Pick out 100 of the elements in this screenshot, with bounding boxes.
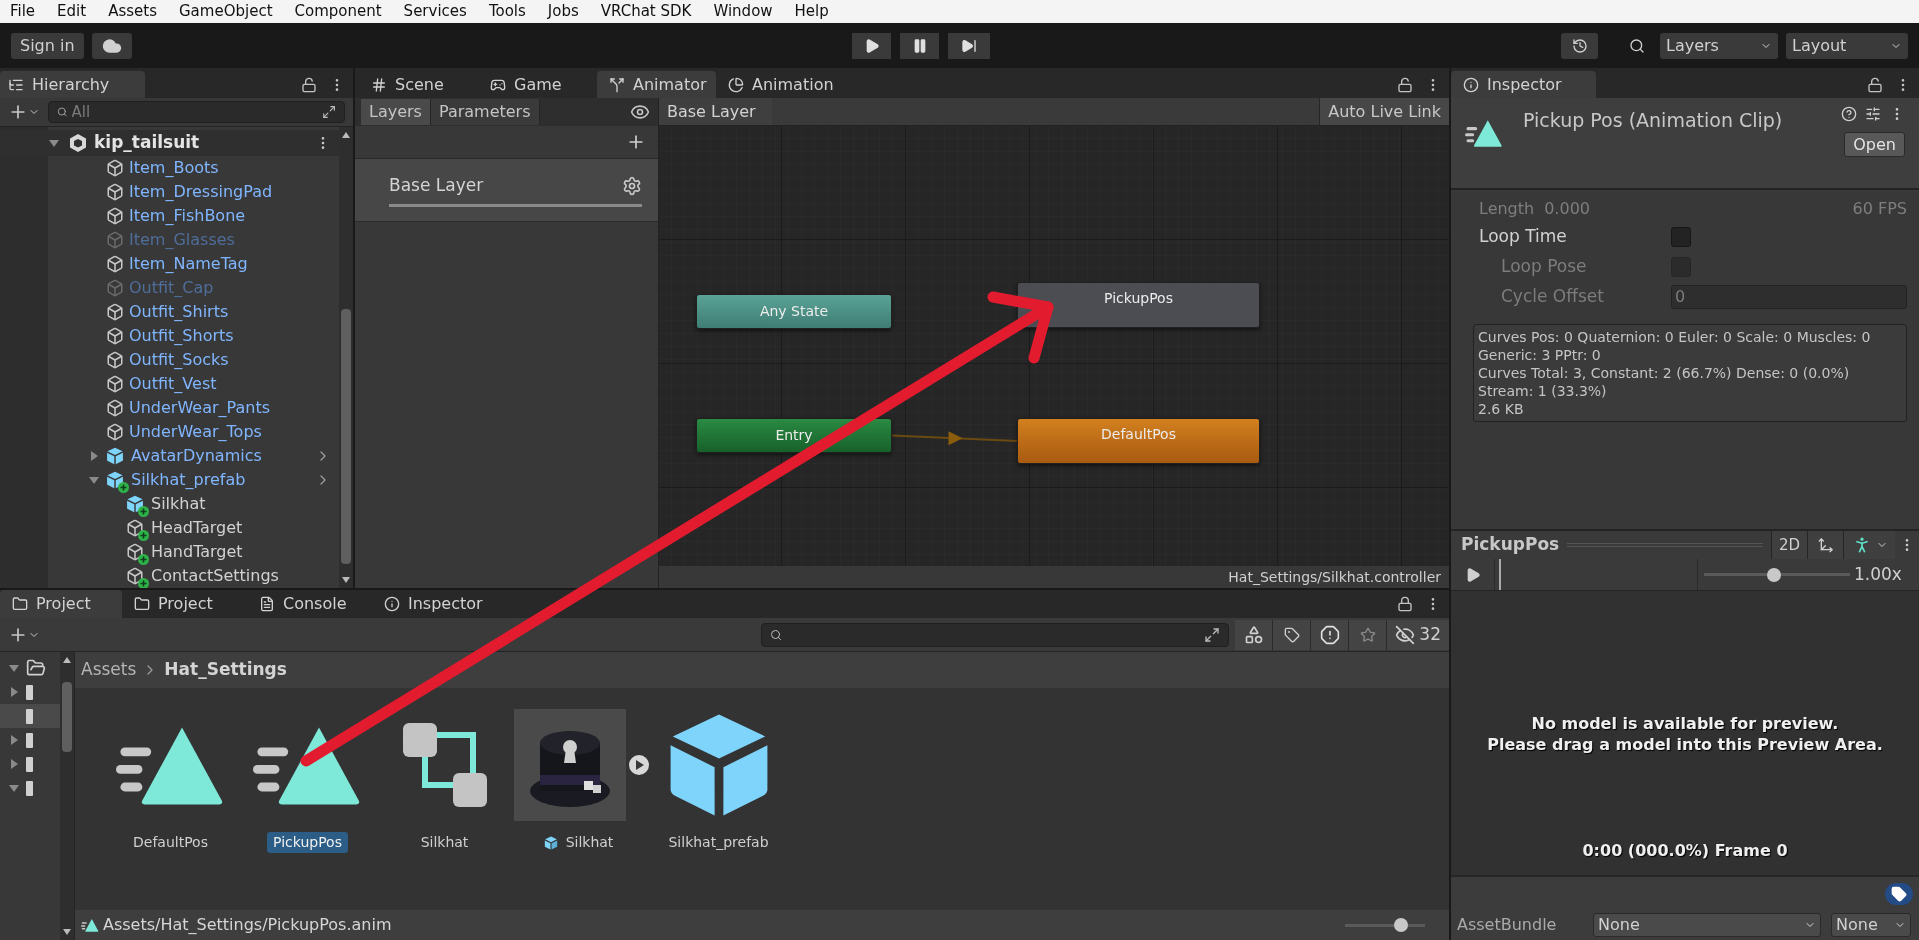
expanded-arrow-icon[interactable] [88,474,100,486]
search-field[interactable]: All [48,101,345,123]
breadcrumb-item[interactable]: Hat_Settings [164,657,287,683]
inspector-tab[interactable]: Inspector [1451,71,1596,98]
play-button[interactable] [852,32,892,59]
eye-icon[interactable] [630,102,650,122]
panel-tab[interactable]: Project [0,590,122,618]
layer-item[interactable]: Base Layer [355,159,658,222]
panel-tab[interactable]: Game [478,71,597,98]
lock-icon[interactable] [1397,596,1413,612]
slider-thumb[interactable] [1393,918,1408,932]
hierarchy-item[interactable]: Silkhat [151,492,206,516]
hierarchy-item[interactable]: UnderWear_Tops [129,420,262,444]
scroll-up-icon[interactable] [62,656,72,664]
lock-icon[interactable] [1867,76,1883,93]
avatar-dropdown[interactable] [1843,531,1895,559]
scroll-down-icon[interactable] [341,576,351,584]
hierarchy-item[interactable]: UnderWear_Pants [129,396,271,420]
collapsed-arrow-icon[interactable] [8,734,20,746]
slider-thumb[interactable] [1767,567,1782,582]
hierarchy-item[interactable]: Outfit_Shirts [129,300,229,324]
scroll-down-icon[interactable] [62,928,72,936]
speed-slider[interactable] [1704,567,1850,582]
menu-item[interactable]: Component [294,0,382,23]
panel-tab[interactable]: Animation [716,71,835,98]
menu-item[interactable]: Help [794,0,829,23]
scrollbar-thumb[interactable] [62,682,72,752]
icon-size-slider[interactable] [1345,918,1425,932]
pivot-button[interactable] [1807,531,1843,559]
expanded-arrow-icon[interactable] [8,782,20,794]
search-field[interactable] [761,622,1230,647]
help-icon[interactable] [1841,106,1857,122]
collapsed-arrow-icon[interactable] [8,758,20,770]
panel-tab[interactable]: Animator [597,71,716,98]
filter-by-type-button[interactable] [1235,619,1274,650]
hierarchy-item[interactable]: Item_Boots [129,156,219,180]
menu-item[interactable]: VRChat SDK [600,0,692,23]
menu-item[interactable]: Services [403,0,467,23]
pause-button[interactable] [900,32,940,59]
folder-tree-item[interactable] [0,704,60,728]
asset-label[interactable]: Silkhat [559,832,620,853]
menu-item[interactable]: GameObject [179,0,273,23]
hierarchy-item[interactable]: Outfit_Socks [129,348,229,372]
sidebar-tab[interactable]: Layers [361,99,431,125]
transition-arrow[interactable] [891,431,1018,446]
history-button[interactable] [1561,32,1598,59]
menu-item[interactable]: Edit [57,0,87,23]
play-circle-icon[interactable] [627,754,650,776]
hierarchy-item[interactable]: Item_DressingPad [129,180,273,204]
panel-tab[interactable]: Scene [359,71,478,98]
hierarchy-tab[interactable]: Hierarchy [0,71,145,98]
collapsed-arrow-icon[interactable] [88,450,100,462]
hierarchy-item[interactable]: AvatarDynamics [131,444,262,468]
panel-tab[interactable]: Project [122,590,247,618]
hierarchy-item[interactable]: ContactSettings [151,564,279,588]
tag-button[interactable] [1885,883,1913,905]
scrollbar-thumb[interactable] [341,309,351,564]
breadcrumb[interactable]: Base Layer [659,98,772,125]
hierarchy-item[interactable]: Item_NameTag [129,252,248,276]
sidebar-tab[interactable]: Parameters [430,99,540,125]
layers-dropdown[interactable]: Layers [1660,32,1778,59]
asset-label[interactable]: Silkhat_prefab [662,832,775,853]
state-node[interactable]: PickupPos [1017,282,1260,328]
hidden-packages-button[interactable]: 32 [1387,619,1449,650]
collapsed-arrow-icon[interactable] [8,686,20,698]
expanded-arrow-icon[interactable] [48,137,60,149]
asset-label[interactable]: PickupPos [267,832,348,853]
favorites-button[interactable] [1349,619,1388,650]
hierarchy-item[interactable]: Outfit_Vest [129,372,217,396]
menu-item[interactable]: Tools [488,0,526,23]
asset-bundle-dropdown[interactable]: None [1593,913,1821,937]
menu-item[interactable]: File [10,0,36,23]
auto-live-link-button[interactable]: Auto Live Link [1319,98,1449,125]
asset-label[interactable]: DefaultPos [127,832,214,853]
checkbox[interactable] [1671,227,1691,247]
settings-icon[interactable] [622,175,642,196]
state-graph[interactable]: Any State Entry PickupPos DefaultPos Hat_Settings/Silkhat.controller [659,126,1449,588]
hierarchy-item[interactable]: HeadTarget [151,516,243,540]
breadcrumb-item[interactable]: Assets [81,657,137,683]
sign-in-button[interactable]: Sign in [11,32,84,59]
lock-icon[interactable] [1397,76,1413,93]
panel-tab[interactable]: Console [247,590,372,618]
expand-icon[interactable] [1204,626,1221,643]
hierarchy-item[interactable]: Outfit_Shorts [129,324,234,348]
menu-item[interactable]: Jobs [547,0,579,23]
presets-icon[interactable] [1865,106,1881,122]
filter-by-label-button[interactable] [1273,619,1312,650]
layout-dropdown[interactable]: Layout [1786,32,1908,59]
menu-item[interactable]: Window [713,0,773,23]
2d-toggle[interactable]: 2D [1771,531,1807,559]
hierarchy-item[interactable]: Silkhat_prefab [131,468,246,492]
hierarchy-item[interactable]: HandTarget [151,540,243,564]
lock-icon[interactable] [301,76,317,93]
expanded-arrow-icon[interactable] [8,662,20,674]
variant-dropdown[interactable]: None [1831,913,1911,937]
panel-tab[interactable]: Inspector [372,590,497,618]
cloud-button[interactable] [91,32,132,59]
step-button[interactable] [948,32,991,59]
asset-label[interactable]: Silkhat [414,832,475,853]
search-input[interactable]: All [71,100,318,124]
